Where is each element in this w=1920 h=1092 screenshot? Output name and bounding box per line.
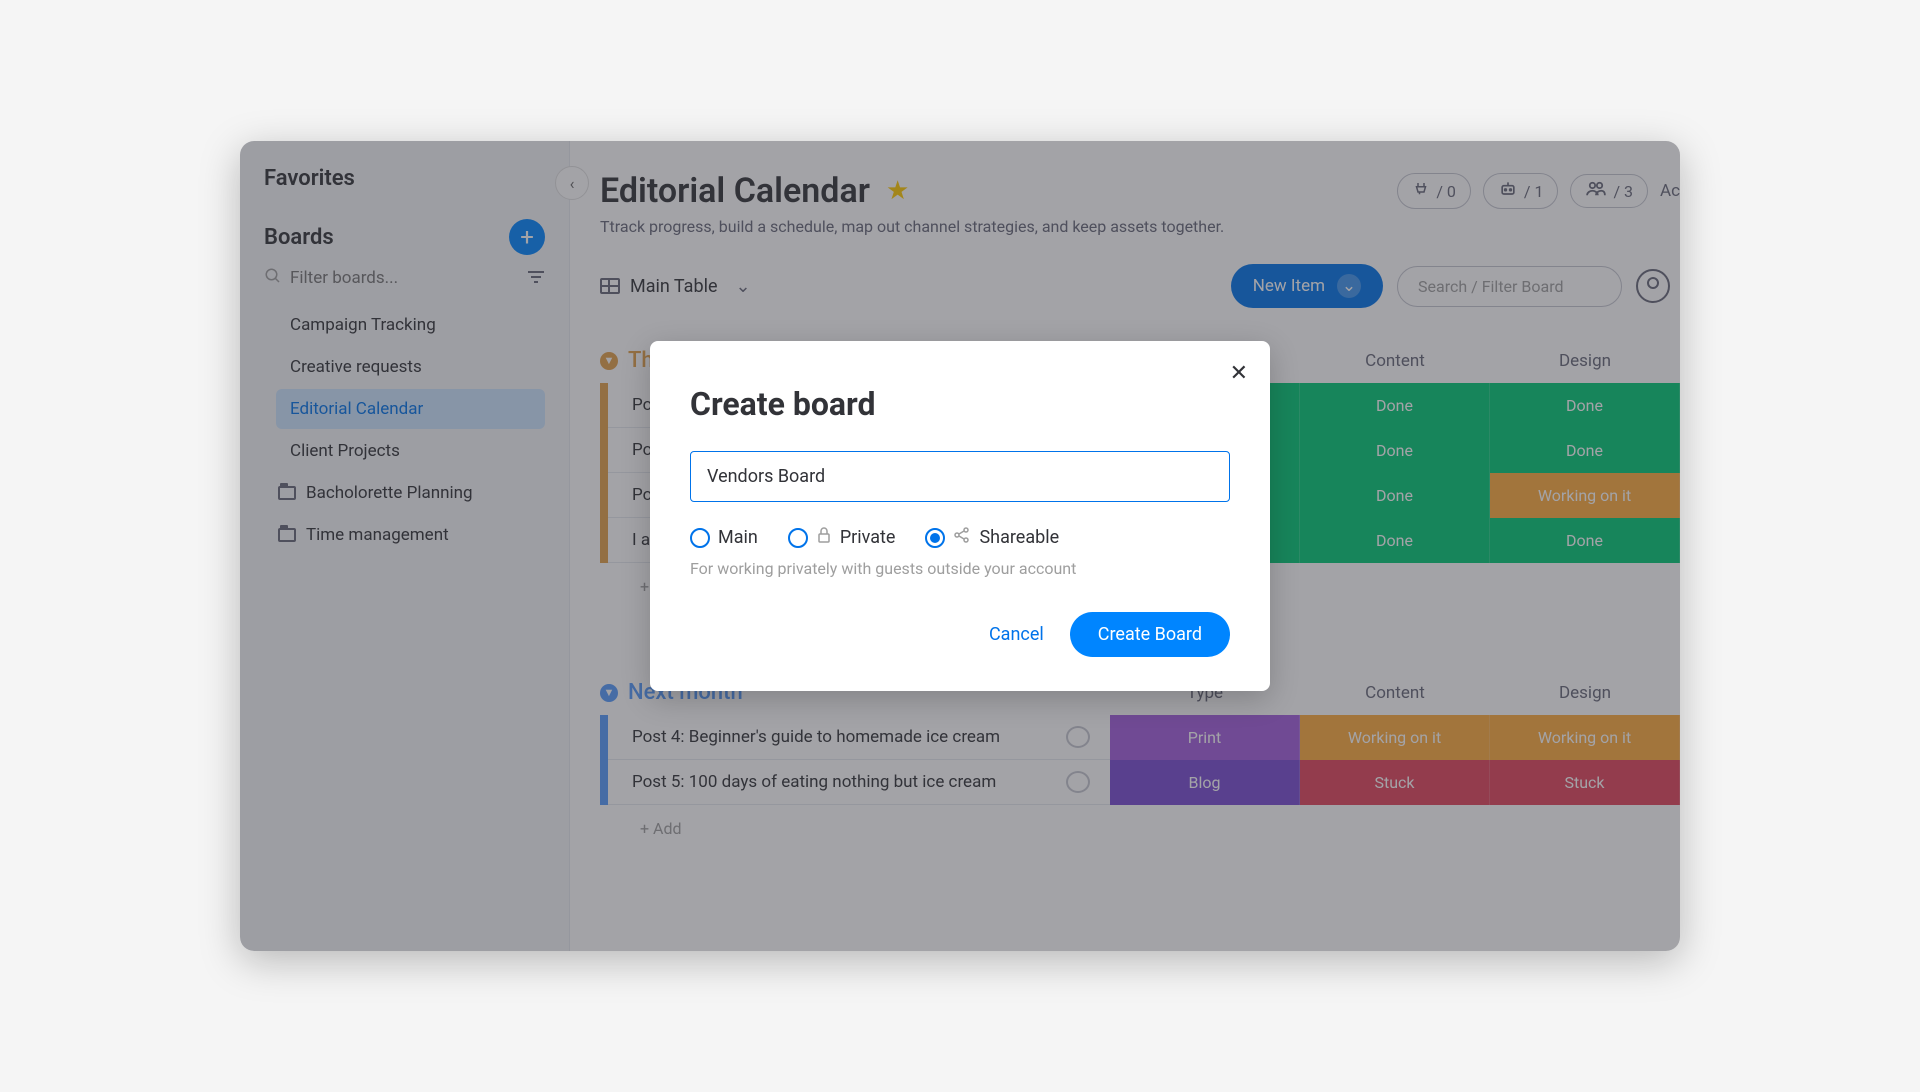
close-button[interactable]: ✕ (1230, 361, 1248, 386)
modal-footer: Cancel Create Board (690, 612, 1230, 657)
option-label: Shareable (979, 527, 1059, 548)
radio-icon (690, 528, 710, 548)
share-icon (953, 526, 971, 549)
board-type-option[interactable]: Main (690, 527, 758, 548)
modal-title: Create board (690, 385, 1230, 423)
create-board-modal: ✕ Create board Main Private Shareable For … (650, 341, 1270, 691)
board-type-option[interactable]: Shareable (925, 526, 1059, 549)
modal-overlay[interactable]: ✕ Create board Main Private Shareable For … (240, 141, 1680, 951)
app-window: Favorites Boards + Campaign TrackingCrea… (240, 141, 1680, 951)
radio-icon (925, 528, 945, 548)
board-type-options: Main Private Shareable (690, 526, 1230, 549)
option-label: Main (718, 527, 758, 548)
lock-icon (816, 526, 832, 549)
cancel-button[interactable]: Cancel (989, 624, 1044, 645)
board-name-input[interactable] (690, 451, 1230, 502)
create-board-button[interactable]: Create Board (1070, 612, 1230, 657)
option-label: Private (840, 527, 896, 548)
board-type-option[interactable]: Private (788, 526, 896, 549)
modal-help-text: For working privately with guests outsid… (690, 559, 1230, 578)
radio-icon (788, 528, 808, 548)
